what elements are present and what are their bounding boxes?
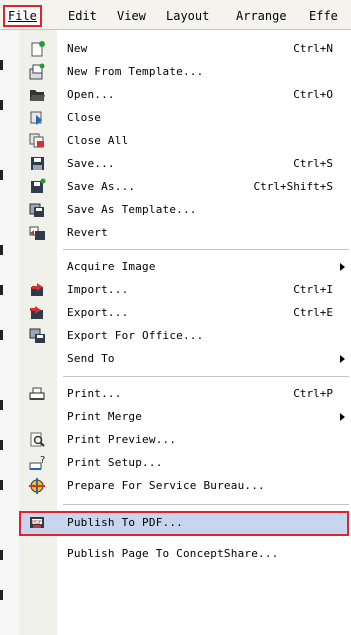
menu-item-export-for-office[interactable]: Export For Office... xyxy=(19,324,351,347)
svg-text:?: ? xyxy=(40,455,45,466)
menu-item-save-as[interactable]: Save As... Ctrl+Shift+S xyxy=(19,175,351,198)
submenu-arrow-icon xyxy=(340,413,345,421)
export-icon xyxy=(28,304,46,321)
menu-item-new-from-template[interactable]: New From Template... xyxy=(19,60,351,83)
export-for-office-icon xyxy=(28,327,46,344)
save-icon xyxy=(28,155,46,172)
menu-item-acquire-image[interactable]: Acquire Image xyxy=(19,255,351,278)
new-from-template-icon xyxy=(28,63,46,80)
menu-item-prepare-for-service-bureau[interactable]: Prepare For Service Bureau... xyxy=(19,474,351,497)
menu-item-print[interactable]: Print... Ctrl+P xyxy=(19,382,351,405)
menu-separator xyxy=(63,376,349,377)
menu-item-print-setup[interactable]: ? Print Setup... xyxy=(19,451,351,474)
printer-icon xyxy=(28,385,46,402)
menu-layout[interactable]: Layout xyxy=(164,7,211,25)
menubar: File Edit View Layout Arrange Effe xyxy=(0,0,351,30)
menu-effects[interactable]: Effe xyxy=(307,7,340,25)
menu-item-save-as-template[interactable]: Save As Template... xyxy=(19,198,351,221)
close-document-icon xyxy=(28,109,46,126)
menu-item-save[interactable]: Save... Ctrl+S xyxy=(19,152,351,175)
submenu-arrow-icon xyxy=(340,263,345,271)
submenu-arrow-icon xyxy=(340,355,345,363)
menu-item-export[interactable]: Export... Ctrl+E xyxy=(19,301,351,324)
menu-separator xyxy=(63,504,349,505)
menu-item-new[interactable]: New Ctrl+N xyxy=(19,37,351,60)
menu-item-publish-page-to-conceptshare[interactable]: Publish Page To ConceptShare... xyxy=(19,537,351,560)
menu-item-print-merge[interactable]: Print Merge xyxy=(19,405,351,428)
menu-item-print-preview[interactable]: Print Preview... xyxy=(19,428,351,451)
menu-item-open[interactable]: Open... Ctrl+O xyxy=(19,83,351,106)
close-all-icon xyxy=(28,132,46,149)
import-icon xyxy=(28,281,46,298)
print-preview-icon xyxy=(28,431,46,448)
save-as-icon xyxy=(28,178,46,195)
new-document-icon xyxy=(28,40,46,57)
menu-edit[interactable]: Edit xyxy=(66,7,99,25)
service-bureau-icon xyxy=(28,477,46,494)
print-setup-icon: ? xyxy=(28,454,46,471)
menu-file[interactable]: File xyxy=(3,5,42,27)
menu-item-send-to[interactable]: Send To xyxy=(19,347,351,370)
open-folder-icon xyxy=(28,86,46,103)
menu-item-publish-to-pdf[interactable]: PDF Publish To PDF... xyxy=(19,511,349,536)
menu-separator xyxy=(63,249,349,250)
menu-item-revert[interactable]: Revert xyxy=(19,221,351,244)
save-as-template-icon xyxy=(28,201,46,218)
revert-icon xyxy=(28,224,46,241)
menu-item-close[interactable]: Close xyxy=(19,106,351,129)
menu-item-import[interactable]: Import... Ctrl+I xyxy=(19,278,351,301)
pdf-icon: PDF xyxy=(28,514,46,531)
menu-view[interactable]: View xyxy=(115,7,148,25)
menu-arrange[interactable]: Arrange xyxy=(234,7,289,25)
background-window-edge xyxy=(0,30,20,635)
menu-item-close-all[interactable]: Close All xyxy=(19,129,351,152)
